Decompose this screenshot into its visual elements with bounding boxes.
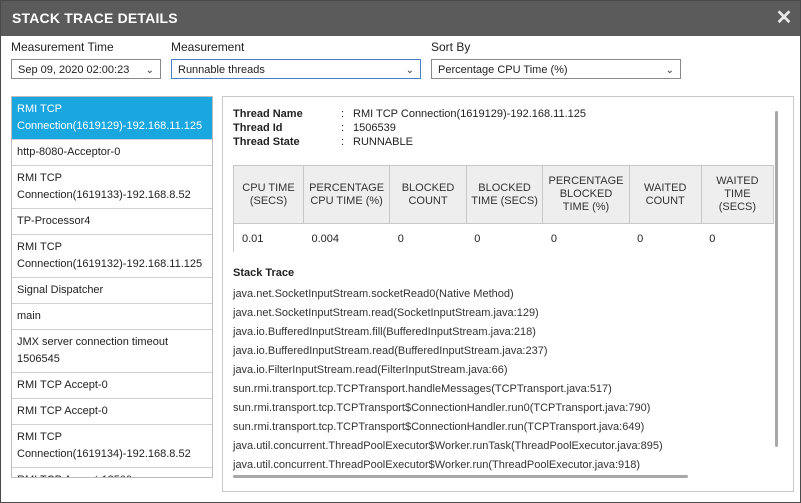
separator: : <box>341 108 345 120</box>
stack-trace-line: sun.rmi.transport.tcp.TCPTransport$Conne… <box>233 421 645 433</box>
thread-list: RMI TCP Connection(1619129)-192.168.11.1… <box>11 96 213 478</box>
measurement-time-label: Measurement Time <box>11 40 114 54</box>
thread-info: Thread Name: RMI TCP Connection(1619129)-… <box>233 107 586 149</box>
stack-trace-line: java.net.SocketInputStream.socketRead0(N… <box>233 288 514 300</box>
column-header: PERCENTAGE BLOCKED TIME (%) <box>542 165 630 224</box>
thread-name-value: RMI TCP Connection(1619129)-192.168.11.1… <box>353 108 586 120</box>
thread-detail-panel: Thread Name: RMI TCP Connection(1619129)-… <box>222 96 794 492</box>
thread-list-item[interactable]: RMI TCP Accept-13500 <box>12 468 212 477</box>
table-cell: 0 <box>389 223 467 252</box>
chevron-down-icon: ⌄ <box>665 65 674 76</box>
table-cell: 0 <box>542 223 630 252</box>
thread-list-item[interactable]: RMI TCP Connection(1619134)-192.168.8.52 <box>12 425 212 468</box>
table-cell: 0 <box>701 223 774 252</box>
stack-trace-line: java.io.BufferedInputStream.read(Buffere… <box>233 345 548 357</box>
thread-stats-table: CPU TIME (SECS) PERCENTAGE CPU TIME (%) … <box>233 165 774 252</box>
table-cell: 0 <box>629 223 702 252</box>
measurement-select[interactable]: Runnable threads ⌄ <box>171 59 421 79</box>
thread-list-item[interactable]: RMI TCP Accept-0 <box>12 373 212 399</box>
horizontal-scrollbar[interactable] <box>233 475 688 478</box>
vertical-scrollbar[interactable] <box>775 111 778 447</box>
measurement-label: Measurement <box>171 40 245 54</box>
stack-trace-heading: Stack Trace <box>233 267 295 279</box>
thread-list-item[interactable]: RMI TCP Accept-0 <box>12 399 212 425</box>
close-icon[interactable]: ✕ <box>775 8 793 28</box>
thread-name-label: Thread Name <box>233 108 303 120</box>
thread-list-item[interactable]: Signal Dispatcher <box>12 278 212 304</box>
stack-trace-line: java.io.FilterInputStream.read(FilterInp… <box>233 364 508 376</box>
table-cell: 0 <box>466 223 543 252</box>
table-cell: 0.004 <box>303 223 390 252</box>
separator: : <box>341 122 345 134</box>
thread-id-value: 1506539 <box>353 122 396 134</box>
stack-trace-line: java.util.concurrent.ThreadPoolExecutor$… <box>233 440 663 452</box>
table-row: 0.01 0.004 0 0 0 0 0 <box>234 223 774 252</box>
thread-list-item[interactable]: RMI TCP Connection(1619132)-192.168.11.1… <box>12 235 212 278</box>
sort-by-label: Sort By <box>431 40 471 54</box>
chevron-down-icon: ⌄ <box>405 65 414 76</box>
column-header: WAITED COUNT <box>629 165 702 224</box>
thread-list-item[interactable]: http-8080-Acceptor-0 <box>12 140 212 166</box>
thread-state-value: RUNNABLE <box>353 136 413 148</box>
column-header: PERCENTAGE CPU TIME (%) <box>303 165 391 224</box>
sort-by-select[interactable]: Percentage CPU Time (%) ⌄ <box>431 59 681 79</box>
column-header: BLOCKED TIME (SECS) <box>466 165 544 224</box>
stack-trace-line: java.io.BufferedInputStream.fill(Buffere… <box>233 326 536 338</box>
measurement-value: Runnable threads <box>178 64 265 76</box>
measurement-time-select[interactable]: Sep 09, 2020 02:00:23 ⌄ <box>11 59 161 79</box>
chevron-down-icon: ⌄ <box>145 65 154 76</box>
thread-state-label: Thread State <box>233 136 300 148</box>
separator: : <box>341 136 345 148</box>
stack-trace: java.net.SocketInputStream.socketRead0(N… <box>233 287 663 477</box>
thread-list-item[interactable]: JMX server connection timeout 1506545 <box>12 330 212 373</box>
thread-list-item[interactable]: TP-Processor4 <box>12 209 212 235</box>
stack-trace-line: sun.rmi.transport.tcp.TCPTransport.handl… <box>233 383 612 395</box>
stack-trace-line: java.net.SocketInputStream.read(SocketIn… <box>233 307 539 319</box>
column-header: WAITED TIME (SECS) <box>701 165 774 224</box>
column-header: CPU TIME (SECS) <box>234 165 304 224</box>
table-cell: 0.01 <box>234 223 304 252</box>
dialog-titlebar: STACK TRACE DETAILS ✕ <box>1 1 800 36</box>
thread-list-item[interactable]: RMI TCP Connection(1619133)-192.168.8.52 <box>12 166 212 209</box>
dialog-title: STACK TRACE DETAILS <box>12 10 178 26</box>
column-header: BLOCKED COUNT <box>389 165 467 224</box>
thread-list-item[interactable]: main <box>12 304 212 330</box>
sort-by-value: Percentage CPU Time (%) <box>438 64 568 76</box>
thread-list-item[interactable]: RMI TCP Connection(1619129)-192.168.11.1… <box>12 97 212 140</box>
thread-id-label: Thread Id <box>233 122 283 134</box>
stack-trace-dialog: STACK TRACE DETAILS ✕ Measurement Time S… <box>0 0 801 503</box>
measurement-time-value: Sep 09, 2020 02:00:23 <box>18 64 130 76</box>
stack-trace-line: sun.rmi.transport.tcp.TCPTransport$Conne… <box>233 402 651 414</box>
